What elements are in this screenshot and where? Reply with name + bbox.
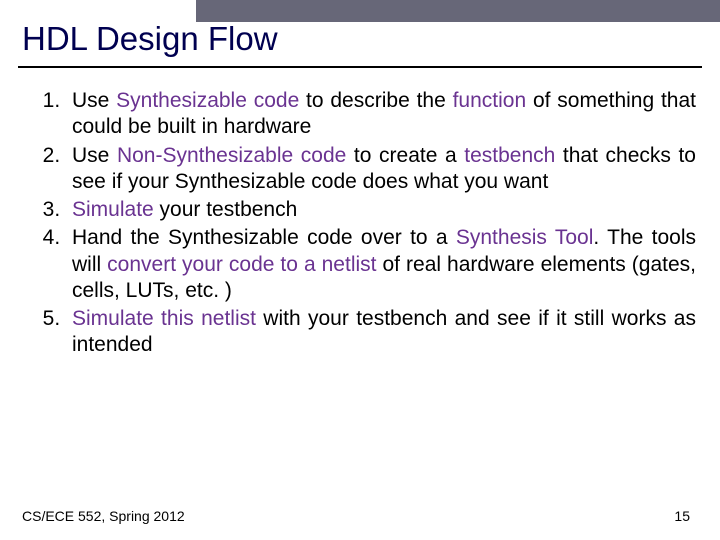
emphasis: function [453,89,527,112]
emphasis: testbench [464,144,555,167]
slide-title: HDL Design Flow [22,20,278,58]
list-item: Simulate this netlist with your testbenc… [66,306,696,359]
text: Use [72,144,117,167]
list-item: Use Synthesizable code to describe the f… [66,88,696,141]
emphasis: Non-Synthesizable code [117,144,346,167]
slide: HDL Design Flow Use Synthesizable code t… [0,0,720,540]
list-item: Simulate your testbench [66,197,696,223]
text: Use [72,89,116,112]
emphasis: convert your code to a netlist [107,253,376,276]
text: Hand the Synthesizable code over to a [72,226,456,249]
footer-page-number: 15 [674,508,690,524]
decorative-top-bar [196,0,720,22]
title-underline [18,66,702,68]
emphasis: Simulate this netlist [72,307,256,330]
emphasis: Synthesizable code [116,89,299,112]
text: to create a [346,144,464,167]
footer-course: CS/ECE 552, Spring 2012 [22,508,185,524]
emphasis: Synthesis Tool [456,226,594,249]
slide-body: Use Synthesizable code to describe the f… [34,88,696,359]
ordered-list: Use Synthesizable code to describe the f… [34,88,696,359]
emphasis: Simulate [72,198,154,221]
list-item: Hand the Synthesizable code over to a Sy… [66,225,696,304]
text: to describe the [299,89,452,112]
list-item: Use Non-Synthesizable code to create a t… [66,143,696,196]
text: your testbench [154,198,298,221]
